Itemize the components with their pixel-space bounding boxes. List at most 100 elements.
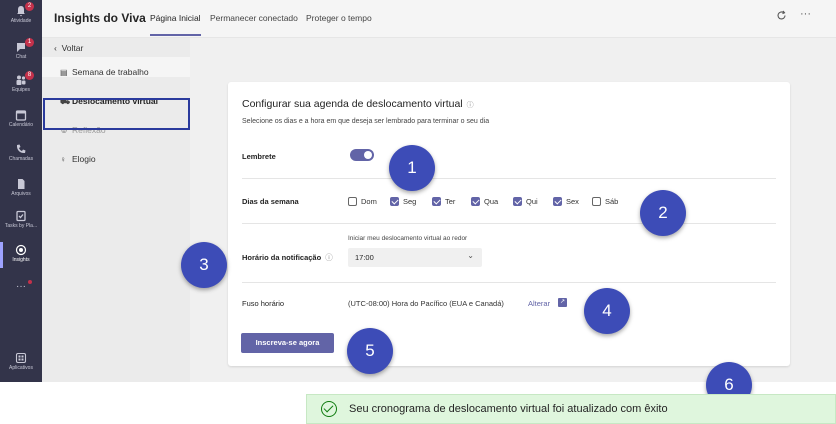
notification-dot [28,280,32,284]
highlight-box [43,98,190,130]
app-rail: 2 Atividade 1 Chat 8 Equipes Calendário … [0,0,42,382]
calendar-week-icon: ▤ [60,68,68,77]
settings-card: Configurar sua agenda de deslocamento vi… [228,82,790,366]
tab-protect-time[interactable]: Proteger o tempo [306,13,372,23]
more-icon: ··· [16,281,26,292]
chevron-left-icon: ‹ [54,43,62,53]
tab-stay-connected[interactable]: Permanecer conectado [210,13,298,23]
lightbulb-icon: ♀ [60,155,66,164]
checkbox[interactable] [390,197,399,206]
notification-label-text: Horário da notificação [242,253,322,262]
back-button[interactable]: ‹ Voltar [54,43,83,53]
check-circle-icon [321,401,337,417]
checkbox[interactable] [513,197,522,206]
day-label: Dom [361,197,377,206]
insights-icon [15,244,27,256]
rail-label: Chat [15,54,27,60]
divider [242,178,776,179]
toast-message: Seu cronograma de deslocamento virtual f… [349,403,668,415]
day-label: Sáb [605,197,619,206]
screen: 2 Atividade 1 Chat 8 Equipes Calendário … [0,0,836,424]
callout-1: 1 [389,145,435,191]
external-link-icon[interactable]: ↗ [558,298,567,307]
info-icon[interactable]: ⓘ [325,253,333,262]
chevron-down-icon: ⌄ [467,251,474,260]
rail-item-apps[interactable]: Aplicativos [0,352,42,371]
day-checkbox-qui[interactable]: Qui [513,197,538,206]
nav-label: Semana de trabalho [72,67,149,77]
callout-3: 3 [181,242,227,288]
rail-label: Chamadas [8,156,34,162]
nav-item-praise[interactable]: ♀ Elogio [60,154,96,164]
checkbox[interactable] [471,197,480,206]
rail-label: Aplicativos [9,365,33,371]
checkbox[interactable] [432,197,441,206]
rail-more[interactable]: ··· [0,280,42,292]
timezone-label: Fuso horário [242,299,285,308]
sub-navigation: ‹ Voltar ▤ Semana de trabalho ⛟ Deslocamen… [42,38,190,382]
rail-item-calendar[interactable]: Calendário [0,109,42,128]
day-checkbox-qua[interactable]: Qua [471,197,498,206]
notification-hint: Iniciar meu deslocamento virtual ao redo… [348,235,468,242]
notification-label: Horário da notificação ⓘ [242,252,333,263]
days-label: Dias da semana [242,197,299,206]
day-label: Ter [445,197,456,206]
rail-item-tasks[interactable]: Tasks by Pla... [0,210,42,229]
app-title: Insights do Viva [54,11,146,25]
rail-item-chat[interactable]: 1 Chat [0,38,42,60]
more-options-icon[interactable]: ··· [800,8,811,20]
checkbox[interactable] [553,197,562,206]
rail-item-teams[interactable]: 8 Equipes [0,71,42,93]
chat-badge: 1 [25,38,34,47]
top-bar: Insights do Viva Página Inicial Permanec… [42,0,836,38]
selected-time: 17:00 [355,253,374,262]
nav-item-work-week[interactable]: ▤ Semana de trabalho [60,67,149,77]
day-checkbox-dom[interactable]: Dom [348,197,377,206]
info-icon[interactable]: ⓘ [467,102,474,109]
teams-badge: 8 [25,71,34,80]
refresh-icon[interactable] [776,10,787,24]
day-checkbox-ter[interactable]: Ter [432,197,455,206]
callout-2: 2 [640,190,686,236]
file-icon [18,179,25,189]
checkbox[interactable] [592,197,601,206]
apps-icon [15,352,27,364]
notification-time-select[interactable]: 17:00 ⌄ [348,248,482,267]
phone-icon [16,144,26,154]
day-label: Seg [403,197,417,206]
success-toast: Seu cronograma de deslocamento virtual f… [306,394,836,424]
day-label: Qua [484,197,499,206]
rail-label: Atividade [10,18,32,24]
timezone-value: (UTC-08:00) Hora do Pacífico (EUA e Cana… [348,299,504,308]
rail-label: Calendário [8,122,34,128]
tab-home[interactable]: Página Inicial [150,13,201,36]
rail-label: Tasks by Pla... [4,223,38,229]
day-checkbox-sex[interactable]: Sex [553,197,579,206]
rail-item-insights[interactable]: Insights [0,242,42,268]
rail-item-activity[interactable]: 2 Atividade [0,2,42,24]
change-timezone-link[interactable]: Alterar [528,299,550,308]
day-checkbox-sab[interactable]: Sáb [592,197,618,206]
callout-5: 5 [347,328,393,374]
rail-item-calls[interactable]: Chamadas [0,143,42,162]
card-subtitle: Selecione os dias e a hora em que deseja… [242,118,490,125]
calendar-icon [15,110,27,121]
card-title-text: Configurar sua agenda de deslocamento vi… [242,98,463,110]
day-checkbox-seg[interactable]: Seg [390,197,416,206]
callout-4: 4 [584,288,630,334]
divider [242,223,776,224]
rail-label: Insights [12,257,30,263]
tasks-icon [16,210,26,222]
activity-badge: 2 [25,2,34,11]
divider [242,282,776,283]
reminder-toggle[interactable] [350,149,374,161]
checkbox[interactable] [348,197,357,206]
subscribe-button[interactable]: Inscreva-se agora [241,333,334,353]
rail-label: Equipes [11,87,31,93]
reminder-label: Lembrete [242,152,276,161]
card-title: Configurar sua agenda de deslocamento vi… [242,98,474,110]
day-label: Sex [566,197,579,206]
back-label: Voltar [61,43,84,53]
rail-item-files[interactable]: Arquivos [0,178,42,197]
nav-label: Elogio [72,154,96,164]
